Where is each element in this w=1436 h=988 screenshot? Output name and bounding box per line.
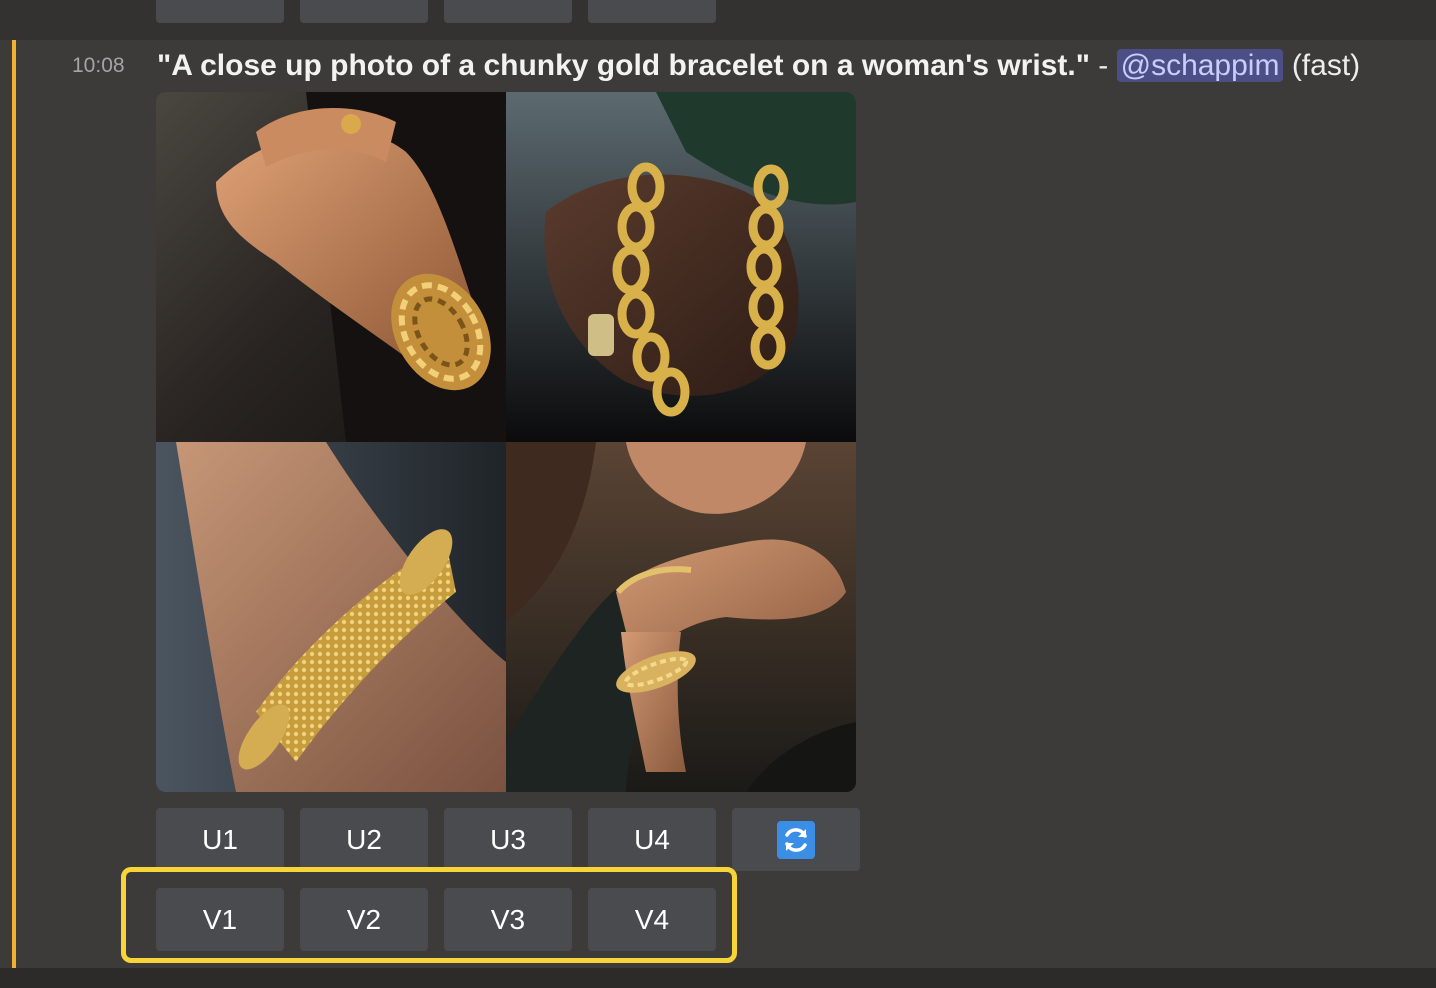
previous-button[interactable] <box>588 0 716 23</box>
gold-woven-bracelet-clasped-hands-icon <box>156 92 506 442</box>
mode-label: (fast) <box>1291 49 1361 82</box>
user-mention[interactable]: @schappim <box>1116 49 1284 82</box>
reroll-button[interactable] <box>732 808 860 871</box>
upscale-button-3[interactable]: U3 <box>444 808 572 871</box>
bottom-divider <box>0 968 1436 988</box>
previous-button[interactable] <box>444 0 572 23</box>
separator: - <box>1089 49 1117 82</box>
image-tile-4[interactable] <box>506 442 856 792</box>
image-grid[interactable] <box>156 92 856 792</box>
image-tile-1[interactable] <box>156 92 506 442</box>
timestamp: 10:08 <box>72 54 125 77</box>
prompt-text: "A close up photo of a chunky gold brace… <box>157 49 1090 82</box>
previous-button[interactable] <box>156 0 284 23</box>
upscale-button-4[interactable]: U4 <box>588 808 716 871</box>
refresh-icon <box>777 820 815 859</box>
gold-mesh-bracelet-wrist-icon <box>156 442 506 792</box>
message-text: "A close up photo of a chunky gold brace… <box>157 49 1360 83</box>
image-tile-2[interactable] <box>506 92 856 442</box>
upscale-button-1[interactable]: U1 <box>156 808 284 871</box>
highlight-accent-bar <box>12 40 16 968</box>
previous-message-buttons <box>0 0 1436 40</box>
gold-chain-bracelet-green-sweater-icon <box>506 92 856 442</box>
gold-bracelets-crossed-arms-icon <box>506 442 856 792</box>
bot-message: 10:08 "A close up photo of a chunky gold… <box>0 40 1436 968</box>
image-tile-3[interactable] <box>156 442 506 792</box>
previous-button[interactable] <box>300 0 428 23</box>
upscale-button-2[interactable]: U2 <box>300 808 428 871</box>
variation-buttons-highlight <box>121 867 737 963</box>
